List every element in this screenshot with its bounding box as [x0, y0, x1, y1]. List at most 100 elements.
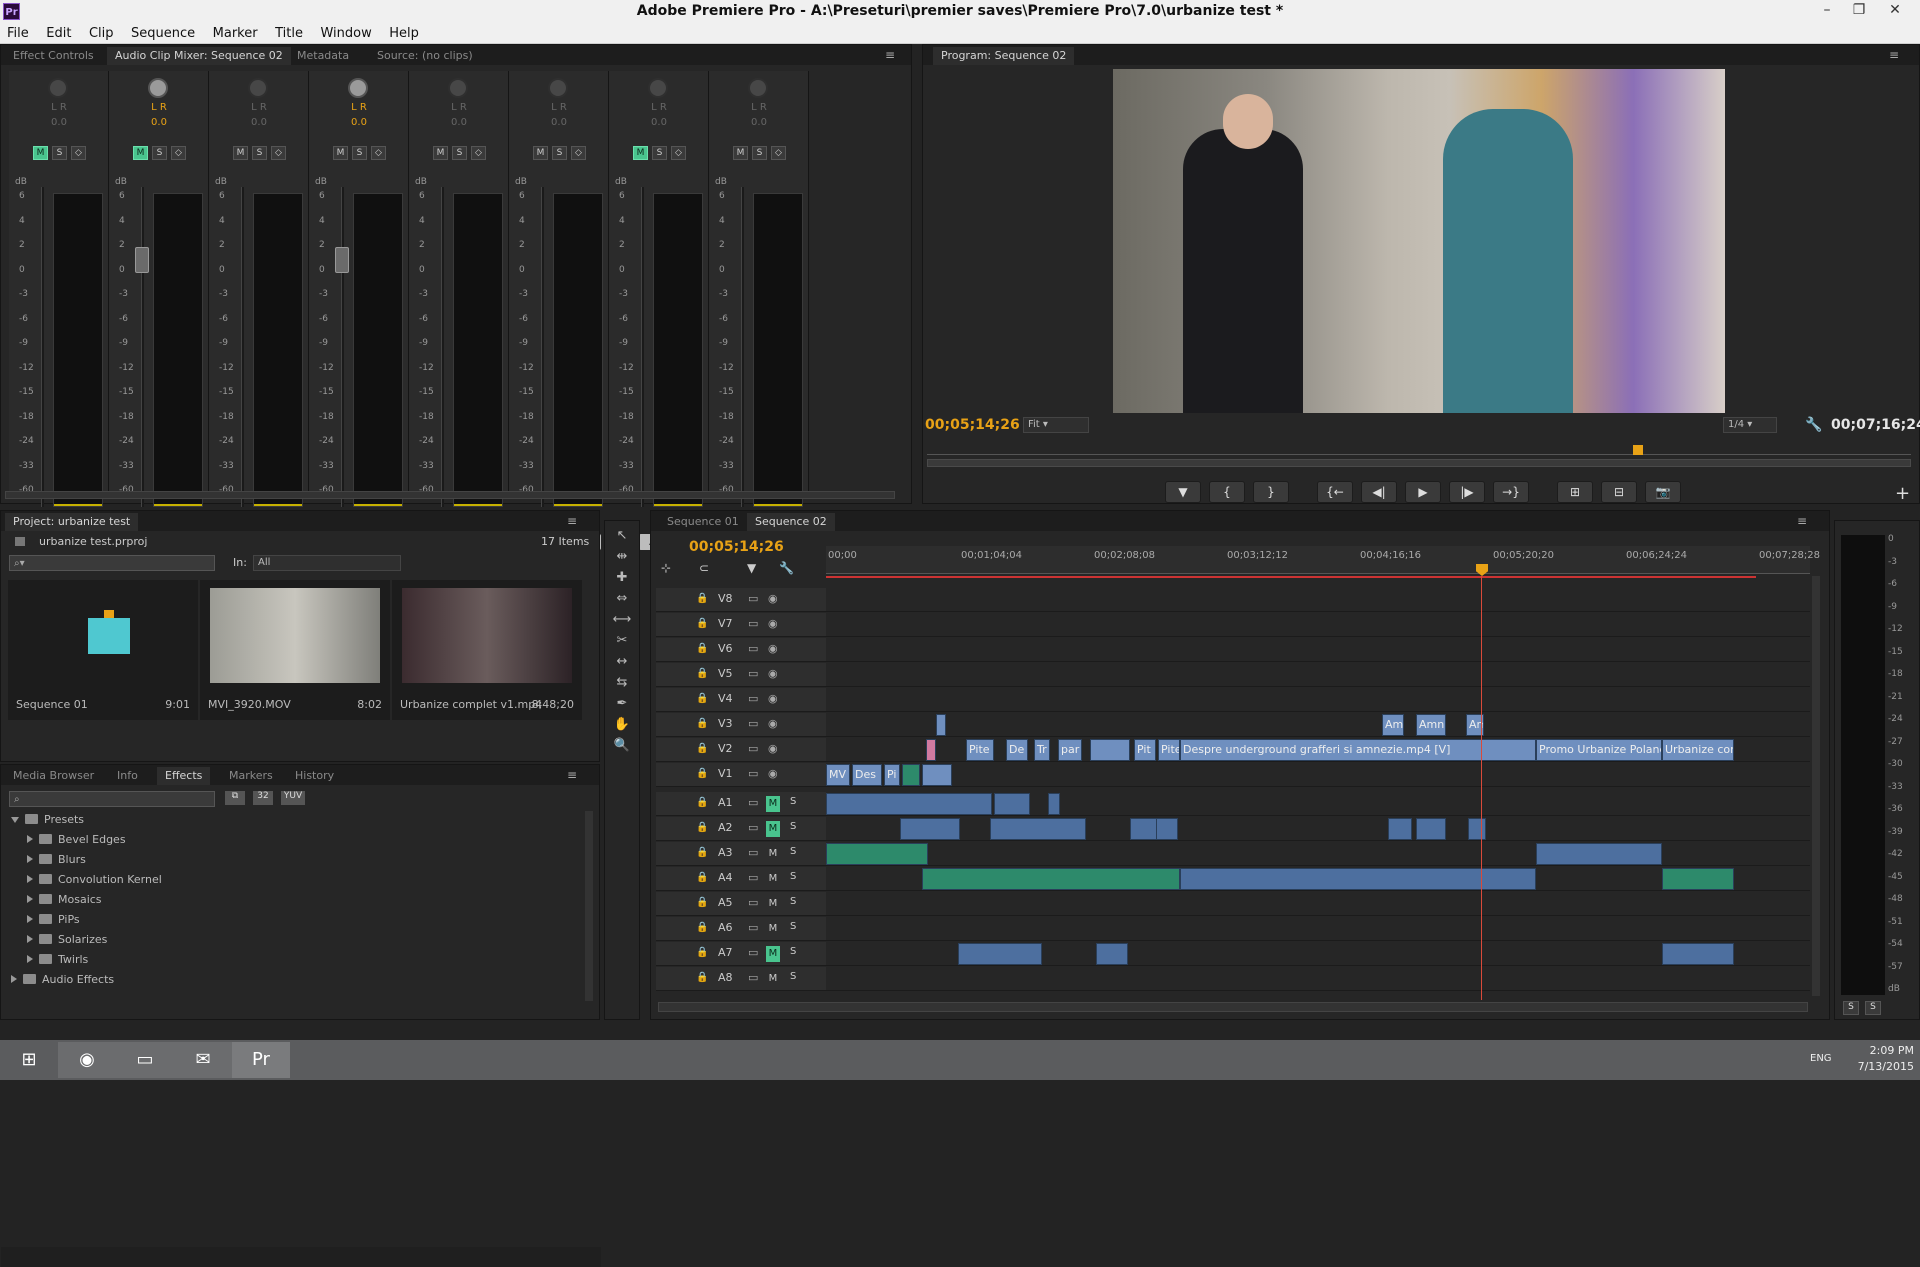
lock-icon[interactable]: 🔒	[696, 593, 708, 604]
lock-icon[interactable]: 🔒	[696, 797, 708, 808]
lock-icon[interactable]: 🔒	[696, 768, 708, 779]
timeline-clip[interactable]	[826, 793, 992, 815]
pan-knob[interactable]	[148, 78, 168, 98]
film-icon[interactable]: ▭	[748, 717, 758, 730]
start-windows-icon[interactable]: ⊞	[0, 1042, 58, 1078]
timeline-clip[interactable]	[936, 714, 946, 736]
film-icon[interactable]: ▭	[748, 767, 758, 780]
video-track-header[interactable]: 🔒 V6 ▭ ◉	[656, 638, 826, 662]
timeline-clip[interactable]: Promo Urbanize Poland.	[1536, 739, 1662, 761]
pan-value[interactable]: 0.0	[709, 117, 809, 128]
mark-out-button[interactable]: }	[1253, 481, 1289, 503]
mute-button[interactable]: M	[633, 146, 648, 160]
effects-scrollbar[interactable]	[585, 811, 593, 1001]
step-forward-button[interactable]: |▶	[1449, 481, 1485, 503]
clock-time[interactable]: 2:09 PM	[1850, 1044, 1914, 1057]
project-search-input[interactable]: ⌕▾	[9, 555, 215, 571]
export-frame-button[interactable]: 📷	[1645, 481, 1681, 503]
timeline-clip[interactable]	[926, 739, 936, 761]
timeline-clip[interactable]	[1388, 818, 1412, 840]
fader-track[interactable]	[541, 187, 544, 507]
play-button[interactable]: ▶	[1405, 481, 1441, 503]
audio-track-lane[interactable]	[826, 892, 1810, 916]
record-button[interactable]: ◇	[71, 146, 86, 160]
effects-search-input[interactable]: ⌕	[9, 791, 215, 807]
program-current-timecode[interactable]: 00;05;14;26	[925, 417, 1020, 433]
timeline-clip[interactable]	[826, 843, 928, 865]
timeline-clip[interactable]	[1536, 843, 1662, 865]
fader-track[interactable]	[641, 187, 644, 507]
lock-icon[interactable]: 🔒	[696, 668, 708, 679]
video-track-lane[interactable]	[826, 663, 1810, 687]
mute-button[interactable]: M	[433, 146, 448, 160]
expand-closed-icon[interactable]	[27, 855, 33, 863]
record-button[interactable]: ◇	[371, 146, 386, 160]
slip-tool-icon[interactable]: ↔	[611, 654, 633, 674]
audio-track-header[interactable]: 🔒 A5 ▭ M S	[656, 892, 826, 916]
lock-icon[interactable]: 🔒	[696, 922, 708, 933]
restore-button[interactable]: ❐	[1844, 2, 1874, 18]
wrench-icon[interactable]: 🔧	[1805, 417, 1822, 433]
expand-open-icon[interactable]	[11, 817, 19, 823]
clock-date[interactable]: 7/13/2015	[1850, 1060, 1914, 1073]
eye-icon[interactable]: ◉	[768, 717, 778, 730]
timeline-clip[interactable]: Pit	[1134, 739, 1156, 761]
pan-knob[interactable]	[648, 78, 668, 98]
go-to-in-button[interactable]: {←	[1317, 481, 1353, 503]
timeline-v-scrollbar[interactable]	[1812, 576, 1820, 996]
sync-lock-icon[interactable]: ▭	[748, 946, 758, 959]
expand-closed-icon[interactable]	[27, 935, 33, 943]
expand-closed-icon[interactable]	[11, 975, 17, 983]
pan-value[interactable]: 0.0	[109, 117, 209, 128]
solo-right-button[interactable]: S	[1865, 1001, 1881, 1015]
eye-icon[interactable]: ◉	[768, 592, 778, 605]
video-track-lane[interactable]	[826, 688, 1810, 712]
panel-menu-icon[interactable]: ≡	[885, 48, 895, 62]
go-to-out-button[interactable]: →}	[1493, 481, 1529, 503]
menu-help[interactable]: Help	[382, 24, 426, 41]
effects-tree-item[interactable]: PiPs	[27, 913, 80, 926]
fader-track[interactable]	[41, 187, 44, 507]
timeline-clip[interactable]: MV	[826, 764, 850, 786]
solo-button[interactable]: S	[152, 146, 167, 160]
audio-track-header[interactable]: 🔒 A7 ▭ M S	[656, 942, 826, 966]
pan-value[interactable]: 0.0	[9, 117, 109, 128]
track-solo-button[interactable]: S	[790, 796, 796, 807]
mute-button[interactable]: M	[233, 146, 248, 160]
eye-icon[interactable]: ◉	[768, 667, 778, 680]
timeline-clip[interactable]	[902, 764, 920, 786]
audio-track-header[interactable]: 🔒 A4 ▭ M S	[656, 867, 826, 891]
video-track-lane[interactable]	[826, 763, 1810, 787]
pan-knob[interactable]	[248, 78, 268, 98]
menu-marker[interactable]: Marker	[206, 24, 265, 41]
film-icon[interactable]: ▭	[748, 592, 758, 605]
32bit-effects-button[interactable]: 32	[253, 791, 273, 805]
timeline-clip[interactable]	[1156, 818, 1178, 840]
timeline-clip[interactable]: par	[1058, 739, 1082, 761]
effects-tree-item[interactable]: Audio Effects	[11, 973, 114, 986]
lock-icon[interactable]: 🔒	[696, 847, 708, 858]
solo-button[interactable]: S	[52, 146, 67, 160]
expand-closed-icon[interactable]	[27, 895, 33, 903]
in-dropdown[interactable]: All	[253, 555, 401, 571]
fader-track[interactable]	[241, 187, 244, 507]
timeline-clip[interactable]: Amn	[1416, 714, 1446, 736]
timeline-clip[interactable]: Des	[852, 764, 882, 786]
tab-sequence01[interactable]: Sequence 01	[659, 513, 747, 531]
audio-track-header[interactable]: 🔒 A1 ▭ M S	[656, 792, 826, 816]
timeline-clip[interactable]: De	[1006, 739, 1028, 761]
tab-effects[interactable]: Effects	[157, 767, 211, 785]
fader-track[interactable]	[341, 187, 344, 507]
pan-knob[interactable]	[448, 78, 468, 98]
track-solo-button[interactable]: S	[790, 896, 796, 907]
tab-effect-controls[interactable]: Effect Controls	[5, 47, 102, 65]
pan-value[interactable]: 0.0	[409, 117, 509, 128]
yuv-effects-button[interactable]: YUV	[281, 791, 305, 805]
video-track-header[interactable]: 🔒 V1 ▭ ◉	[656, 763, 826, 787]
audio-track-header[interactable]: 🔒 A3 ▭ M S	[656, 842, 826, 866]
menu-edit[interactable]: Edit	[39, 24, 78, 41]
timeline-clip[interactable]: Urbanize com	[1662, 739, 1734, 761]
close-button[interactable]: ✕	[1880, 2, 1910, 18]
audio-track-lane[interactable]	[826, 967, 1810, 991]
timeline-h-scrollbar[interactable]	[658, 1002, 1808, 1012]
